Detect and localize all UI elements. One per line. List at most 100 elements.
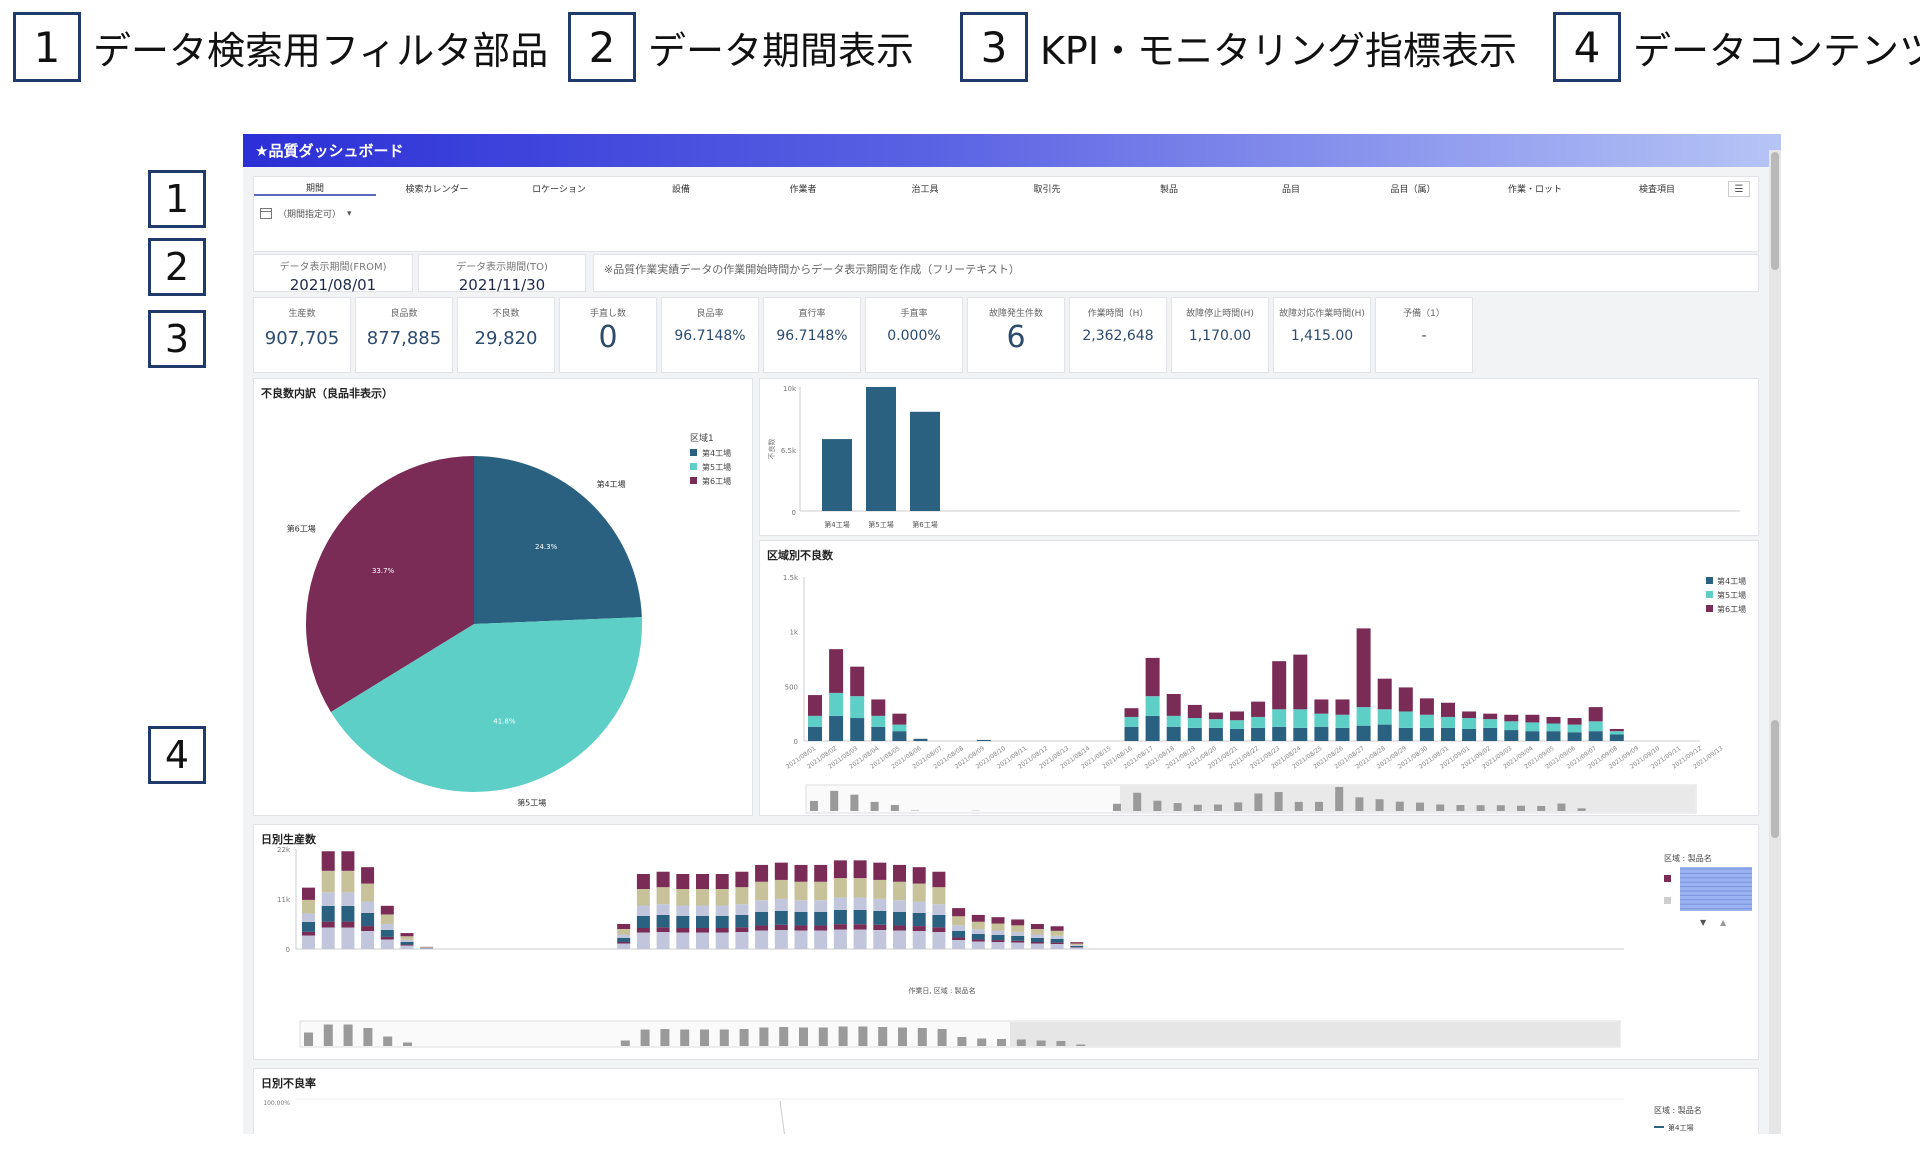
stacked-bar-segment (400, 939, 414, 942)
stacked-bar-segment (853, 878, 867, 898)
stacked-bar-segment (1124, 708, 1139, 717)
stacked-bar-segment (1398, 727, 1413, 741)
stacked-bar-segment (735, 932, 749, 949)
stacked-bar-segment (893, 881, 906, 901)
stacked-bar-segment (991, 923, 1005, 931)
stacked-bar-segment (1208, 712, 1223, 720)
stacked-bar-segment (617, 924, 631, 929)
navigator-bar (779, 1027, 789, 1046)
navigator-bar (1375, 799, 1384, 811)
stacked-bar-segment (976, 739, 991, 741)
navigator-bar (937, 1029, 947, 1046)
stacked-bar-segment (341, 870, 355, 893)
stacked-bar-segment (656, 927, 670, 932)
date-range-text: （期間指定可） (278, 210, 342, 220)
stacked-bar-segment (1398, 687, 1413, 712)
stacked-bar-segment (853, 897, 867, 910)
daily-production-title: 日別生産数 (261, 833, 316, 846)
stacked-bar-segment (1011, 940, 1025, 943)
stacked-bar-segment (302, 899, 315, 914)
y-axis-label: 不良数 (767, 439, 776, 460)
stacked-bar-segment (808, 695, 822, 716)
area-defects-chart-panel: 区域別不良数 1.5k 1k 500 0 2021/08/01 2021/08/02 202… (759, 540, 1759, 816)
stacked-bar-segment (617, 938, 631, 942)
stacked-bar-segment (1609, 731, 1624, 735)
filter-tab-item-attr[interactable]: 品目（属） (1352, 182, 1474, 195)
daily-defect-rate-title: 日別不良率 (261, 1077, 316, 1090)
stacked-bar-segment (1070, 942, 1084, 944)
legend-label: データコンテンツ (1633, 28, 1920, 73)
filter-menu-icon[interactable]: ☰ (1728, 181, 1750, 197)
bar (866, 387, 896, 511)
vertical-scrollbar[interactable] (1769, 150, 1781, 1134)
kpi-value: 6 (1006, 320, 1026, 355)
stacked-bar-segment (1588, 721, 1603, 732)
stacked-bar-segment (1030, 938, 1044, 942)
stacked-bar-segment (636, 916, 650, 928)
legend-label: 第6工場 (1717, 604, 1746, 614)
stacked-bar-segment (617, 929, 631, 935)
filter-tab-location[interactable]: ロケーション (498, 182, 620, 195)
dashboard-title: ★品質ダッシュボード (243, 134, 1781, 167)
filter-tab-product[interactable]: 製品 (1108, 182, 1230, 195)
factory-bar-chart: 10k 6.5k 0 不良数第4工場 第5工場 第6工場 (767, 385, 1740, 529)
kpi-label: 故障停止時間(H) (1186, 309, 1254, 319)
filter-tab-supplier[interactable]: 取引先 (986, 182, 1108, 195)
stacked-bar-segment (814, 900, 828, 912)
stacked-bar-segment (361, 926, 375, 931)
stacked-bar-segment (1441, 716, 1455, 728)
navigator-bar (838, 1026, 848, 1046)
stacked-bar-segment (1011, 936, 1025, 941)
filter-tab-inspection[interactable]: 検査項目 (1596, 182, 1718, 195)
kpi-value: 0.000% (887, 328, 941, 344)
navigator-bar (1173, 803, 1182, 811)
stacked-bar-segment (656, 871, 670, 888)
filter-tab-tool[interactable]: 治工具 (864, 182, 986, 195)
stacked-bar-segment (932, 887, 946, 905)
side-marker-4: 4 (148, 726, 206, 784)
scroll-thumb-bottom[interactable] (1771, 720, 1779, 838)
stacked-bar-segment (755, 930, 769, 949)
stacked-bar-segment (636, 905, 650, 916)
stacked-bar-segment (833, 929, 847, 949)
stacked-bar-segment (814, 925, 828, 931)
kpi-label: 不良数 (492, 309, 520, 319)
stacked-bar-segment (892, 724, 907, 732)
navigator-bar (997, 1039, 1006, 1046)
filter-tab-worker[interactable]: 作業者 (742, 182, 864, 195)
stacked-bar-segment (1314, 713, 1329, 727)
stacked-bar-segment (853, 924, 867, 930)
stacked-bar-segment (676, 916, 690, 928)
stacked-bar-segment (952, 916, 966, 926)
bar (822, 439, 852, 511)
date-range-picker[interactable]: （期間指定可） ▾ (260, 207, 352, 220)
legend-number: 4 (1553, 12, 1621, 82)
stacked-bar-segment (850, 666, 865, 697)
filter-tab-calendar[interactable]: 検索カレンダー (376, 182, 498, 195)
stacked-bar-segment (1030, 934, 1044, 938)
legend-label: 第5工場 (1717, 590, 1746, 600)
stacked-bar-segment (656, 887, 670, 905)
stacked-bar-segment (676, 928, 690, 933)
stacked-bar-segment (1124, 716, 1139, 727)
navigator-bar (858, 1026, 868, 1046)
filter-tab-lot[interactable]: 作業・ロット (1474, 182, 1596, 195)
stacked-bar-segment (617, 943, 631, 949)
stacked-bar-segment (1567, 718, 1582, 725)
y-tick-label: 0 (286, 946, 290, 954)
stacked-bar-segment (1525, 722, 1540, 732)
stacked-bar-segment (1398, 711, 1413, 728)
stacked-bar-segment (400, 942, 414, 945)
stacked-bar-segment (1230, 711, 1244, 721)
y-tick-label: 100.00% (263, 1100, 290, 1107)
scroll-thumb-top[interactable] (1771, 152, 1779, 270)
filter-tab-item[interactable]: 品目 (1230, 182, 1352, 195)
stacked-bar-segment (755, 925, 769, 931)
stacked-bar-segment (1462, 728, 1477, 741)
filter-tab-equipment[interactable]: 設備 (620, 182, 742, 195)
filter-tab-period[interactable]: 期間 (254, 181, 376, 196)
area-defects-chart: 1.5k1k50002021/08/012021/08/022021/08/03… (783, 574, 1746, 814)
legend-page-down-icon: ▼ (1700, 918, 1707, 927)
stacked-bar-segment (735, 887, 749, 905)
filter-bar: 期間 検索カレンダー ロケーション 設備 作業者 治工具 取引先 製品 品目 品… (253, 176, 1759, 252)
